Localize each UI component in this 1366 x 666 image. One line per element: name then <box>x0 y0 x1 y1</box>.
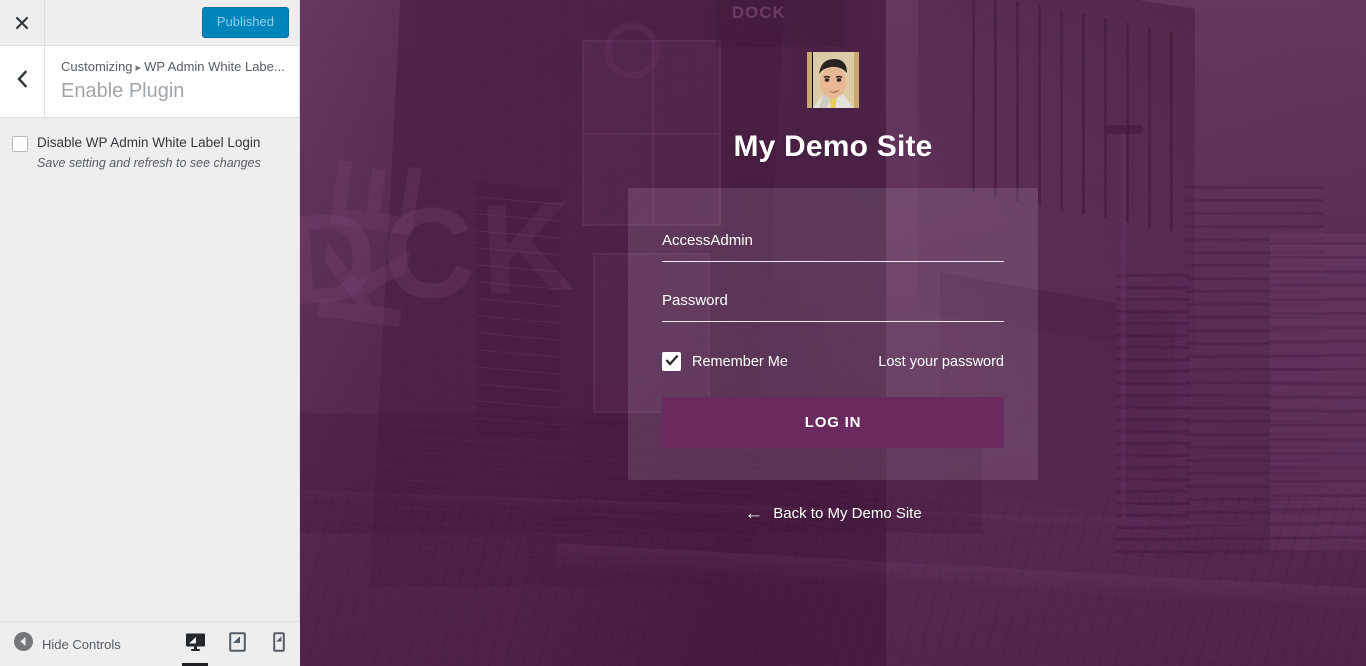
customizer-screen: Published Customizing ▸ WP Admin White Lab… <box>0 0 1366 666</box>
desktop-icon <box>185 632 206 657</box>
tablet-icon <box>228 631 246 657</box>
hide-controls-button[interactable]: Hide Controls <box>0 622 174 666</box>
device-mobile-button[interactable] <box>258 622 300 666</box>
disable-login-checkbox[interactable] <box>12 136 28 152</box>
password-field-wrap <box>662 290 1004 322</box>
device-tablet-button[interactable] <box>216 622 258 666</box>
control-description: Save setting and refresh to see changes <box>37 156 261 171</box>
collapse-left-circle-icon <box>14 632 33 656</box>
publish-button[interactable]: Published <box>201 7 289 38</box>
remember-me-checkbox[interactable] <box>662 352 681 371</box>
username-input[interactable] <box>662 230 1004 251</box>
arrow-left-icon: ← <box>744 503 764 524</box>
login-form: Remember Me Lost your password LOG IN <box>628 188 1038 480</box>
login-options-row: Remember Me Lost your password <box>662 352 1004 371</box>
panel-back-button[interactable] <box>0 46 45 117</box>
back-to-site-label: Back to My Demo Site <box>773 505 922 522</box>
checkmark-icon <box>665 353 679 371</box>
remember-me-control[interactable]: Remember Me <box>662 352 788 371</box>
login-page: My Demo Site AccessAdmin Remember Me Los… <box>300 0 1366 666</box>
control-label: Disable WP Admin White Label Login <box>37 135 261 150</box>
device-desktop-button[interactable] <box>174 622 216 666</box>
password-input[interactable] <box>662 290 1004 311</box>
customizer-header: Published <box>0 0 299 46</box>
remember-me-label: Remember Me <box>692 353 788 370</box>
panel-titles: Customizing ▸ WP Admin White Labe... Enabl… <box>45 46 299 117</box>
lost-password-link[interactable]: Lost your password <box>878 354 1004 370</box>
avatar-illustration <box>807 52 859 108</box>
chevron-left-icon <box>15 70 29 93</box>
control-disable-white-label-login[interactable]: Disable WP Admin White Label Login Save … <box>12 134 287 173</box>
site-preview-frame[interactable]: DCK KE DOCK <box>300 0 1366 666</box>
control-texts: Disable WP Admin White Label Login Save … <box>37 134 287 173</box>
page-title: Enable Plugin <box>61 79 185 102</box>
customizer-sidebar: Published Customizing ▸ WP Admin White Lab… <box>0 0 300 666</box>
breadcrumb: Customizing ▸ WP Admin White Labe... <box>61 59 289 76</box>
site-title: My Demo Site <box>733 130 933 163</box>
panel-header: Customizing ▸ WP Admin White Labe... Enabl… <box>0 46 299 118</box>
back-to-site-link[interactable]: ← Back to My Demo Site <box>744 504 921 523</box>
breadcrumb-root[interactable]: Customizing <box>61 59 133 74</box>
breadcrumb-panel[interactable]: WP Admin White Labe... <box>144 59 285 74</box>
mobile-icon <box>273 631 285 657</box>
customizer-controls: Disable WP Admin White Label Login Save … <box>0 118 299 173</box>
hide-controls-label: Hide Controls <box>42 636 121 652</box>
site-logo-avatar[interactable] <box>807 52 859 108</box>
close-customizer-button[interactable] <box>0 0 45 45</box>
close-x-icon <box>14 15 30 31</box>
customizer-footer: Hide Controls <box>0 621 300 666</box>
breadcrumb-separator-icon: ▸ <box>135 62 142 75</box>
log-in-button[interactable]: LOG IN <box>662 397 1004 448</box>
customizer-header-actions: Published <box>45 0 299 45</box>
device-preview-switcher <box>174 622 300 666</box>
username-field-wrap <box>662 230 1004 262</box>
